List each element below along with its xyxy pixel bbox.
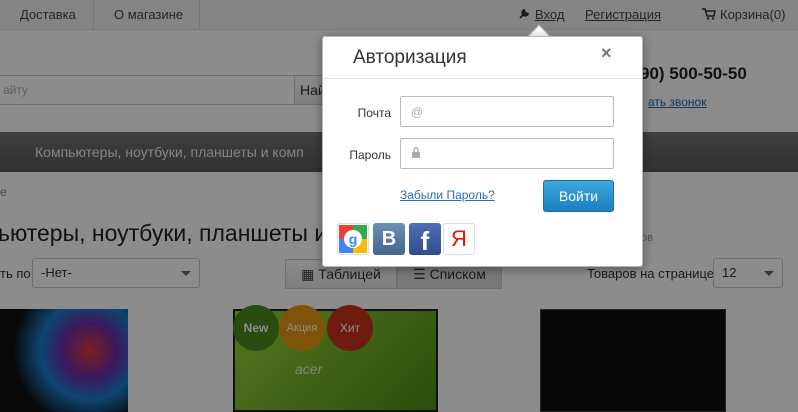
modal-title: Авторизация xyxy=(353,47,467,68)
yandex-icon[interactable]: Я xyxy=(443,223,475,255)
close-icon[interactable]: × xyxy=(601,43,612,64)
facebook-icon[interactable]: f xyxy=(409,223,441,256)
lock-icon xyxy=(411,147,421,161)
forgot-password-link[interactable]: Забыли Пароль? xyxy=(400,188,495,202)
password-field[interactable] xyxy=(400,138,614,169)
login-modal: Авторизация × Почта @ Пароль Забыли Паро… xyxy=(322,36,643,267)
modal-divider xyxy=(323,78,642,79)
vkontakte-icon[interactable]: B xyxy=(373,223,405,255)
google-icon[interactable]: g xyxy=(337,223,369,255)
password-label: Пароль xyxy=(349,148,391,162)
at-icon: @ xyxy=(411,105,424,119)
email-field[interactable] xyxy=(400,96,614,127)
email-label: Почта xyxy=(357,106,391,120)
svg-text:g: g xyxy=(349,231,358,247)
login-button[interactable]: Войти xyxy=(543,180,614,212)
